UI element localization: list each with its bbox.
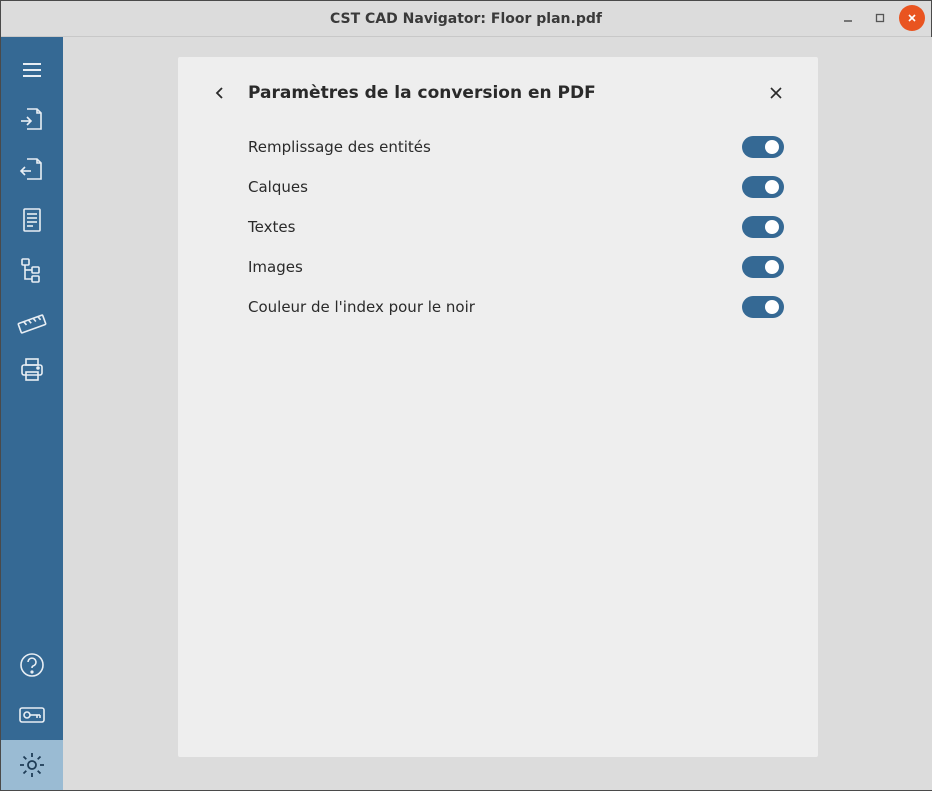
sidebar-item-pages[interactable] <box>1 195 63 245</box>
setting-row-texts: Textes <box>248 207 784 247</box>
minimize-button[interactable] <box>835 5 861 31</box>
document-icon <box>18 206 46 234</box>
toggle-knob <box>765 300 779 314</box>
body-area: Paramètres de la conversion en PDF Rempl… <box>1 37 931 790</box>
panel-header: Paramètres de la conversion en PDF <box>206 79 790 107</box>
window-controls <box>835 5 925 31</box>
close-button[interactable] <box>899 5 925 31</box>
close-icon <box>768 85 784 101</box>
toggle-fill-entities[interactable] <box>742 136 784 158</box>
back-button[interactable] <box>206 79 234 107</box>
sidebar-item-settings[interactable] <box>1 740 63 790</box>
setting-row-black-index-color: Couleur de l'index pour le noir <box>248 287 784 327</box>
maximize-button[interactable] <box>867 5 893 31</box>
main-area: Paramètres de la conversion en PDF Rempl… <box>63 37 932 790</box>
setting-label: Textes <box>248 218 742 236</box>
toggle-texts[interactable] <box>742 216 784 238</box>
titlebar: CST CAD Navigator: Floor plan.pdf <box>1 1 931 37</box>
file-import-icon <box>17 105 47 135</box>
toggle-black-index-color[interactable] <box>742 296 784 318</box>
file-export-icon <box>17 155 47 185</box>
chevron-left-icon <box>212 85 228 101</box>
ruler-icon <box>17 305 47 335</box>
setting-row-images: Images <box>248 247 784 287</box>
sidebar-item-import[interactable] <box>1 95 63 145</box>
sidebar-item-structure[interactable] <box>1 245 63 295</box>
key-card-icon <box>17 702 47 728</box>
sidebar-item-help[interactable] <box>1 640 63 690</box>
toggle-knob <box>765 180 779 194</box>
tree-icon <box>18 256 46 284</box>
sidebar-item-measure[interactable] <box>1 295 63 345</box>
settings-panel: Paramètres de la conversion en PDF Rempl… <box>178 57 818 757</box>
toggle-knob <box>765 220 779 234</box>
app-window: CST CAD Navigator: Floor plan.pdf <box>0 0 932 791</box>
window-title: CST CAD Navigator: Floor plan.pdf <box>330 11 602 27</box>
close-panel-button[interactable] <box>762 79 790 107</box>
setting-label: Calques <box>248 178 742 196</box>
setting-label: Remplissage des entités <box>248 138 742 156</box>
setting-label: Couleur de l'index pour le noir <box>248 298 742 316</box>
toggle-knob <box>765 140 779 154</box>
sidebar-item-license[interactable] <box>1 690 63 740</box>
sidebar <box>1 37 63 790</box>
settings-list: Remplissage des entités Calques Textes I… <box>206 127 790 327</box>
toggle-images[interactable] <box>742 256 784 278</box>
setting-row-fill-entities: Remplissage des entités <box>248 127 784 167</box>
sidebar-item-export[interactable] <box>1 145 63 195</box>
help-icon <box>18 651 46 679</box>
setting-label: Images <box>248 258 742 276</box>
gear-icon <box>17 750 47 780</box>
toggle-knob <box>765 260 779 274</box>
setting-row-layers: Calques <box>248 167 784 207</box>
printer-icon <box>18 356 46 384</box>
toggle-layers[interactable] <box>742 176 784 198</box>
panel-title: Paramètres de la conversion en PDF <box>248 83 762 103</box>
hamburger-icon <box>19 57 45 83</box>
sidebar-item-print[interactable] <box>1 345 63 395</box>
sidebar-item-menu[interactable] <box>1 45 63 95</box>
